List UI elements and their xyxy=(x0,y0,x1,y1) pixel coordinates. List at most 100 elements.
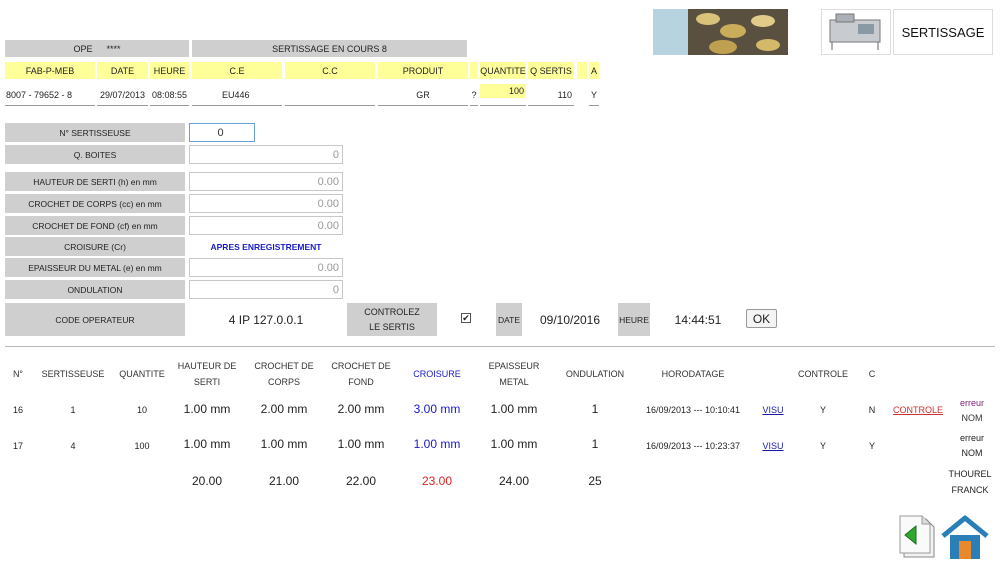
ope-header: OPE **** xyxy=(5,40,189,57)
row-corps: 2.00 mm xyxy=(260,402,308,416)
col-produit: PRODUIT xyxy=(378,62,468,79)
croisure-value: APRES ENREGISTREMENT xyxy=(210,241,322,252)
date-value: 09/10/2016 xyxy=(539,312,601,327)
back-button[interactable] xyxy=(896,515,938,559)
row-horodatage: 16/09/2013 --- 10:10:41 xyxy=(645,405,741,415)
table-row: 16 1 10 1.00 mm 2.00 mm 2.00 mm 3.00 mm … xyxy=(0,396,1000,426)
th-hauteur: HAUTEUR DE SERTI xyxy=(170,358,244,390)
th-corps-2: CORPS xyxy=(267,377,300,387)
col-q-sertis: Q SERTIS xyxy=(528,62,574,79)
heure-label: HEURE xyxy=(618,303,650,336)
machine-icon xyxy=(829,13,881,50)
col-fab: FAB-P-MEB xyxy=(5,62,95,79)
epaisseur-label: EPAISSEUR DU METAL (e) en mm xyxy=(5,258,185,277)
row-fond: 1.00 mm xyxy=(337,437,385,451)
controlez-line-1: CONTROLEZ xyxy=(364,306,420,317)
th-corps: CROCHET DE CORPS xyxy=(247,358,321,390)
sertisseuse-input[interactable]: 0 xyxy=(189,123,255,142)
ref-corps: 21.00 xyxy=(268,474,300,488)
col-a: A xyxy=(589,62,599,79)
ondulation-input[interactable]: 0 xyxy=(189,280,343,299)
row-c: N xyxy=(868,405,876,415)
row-corps: 1.00 mm xyxy=(260,437,308,451)
ope-label: OPE xyxy=(73,43,93,54)
row-controle: Y xyxy=(819,405,826,415)
divider xyxy=(5,346,995,347)
row-quantite: 100 xyxy=(134,441,150,451)
th-ondulation: ONDULATION xyxy=(565,369,625,379)
reference-row: 20.00 21.00 22.00 23.00 24.00 25 THOUREL… xyxy=(0,466,1000,496)
operator-name-2: FRANCK xyxy=(951,485,989,495)
hauteur-input[interactable]: 0.00 xyxy=(189,172,343,191)
row-ondulation: 1 xyxy=(591,437,599,451)
row-c: Y xyxy=(868,441,875,451)
row-note-2: NOM xyxy=(961,448,983,458)
row-hauteur: 1.00 mm xyxy=(183,437,231,451)
fond-label: CROCHET DE FOND (cf) en mm xyxy=(5,216,185,235)
produit-value: GR xyxy=(378,84,468,106)
th-fond-2: FOND xyxy=(348,377,374,387)
th-epaisseur-1: EPAISSEUR xyxy=(488,361,540,371)
epaisseur-input[interactable]: 0.00 xyxy=(189,258,343,277)
col-heure: HEURE xyxy=(150,62,189,79)
status-header: SERTISSAGE EN COURS 8 xyxy=(192,40,467,57)
ref-croisure: 23.00 xyxy=(421,474,453,488)
th-hauteur-1: HAUTEUR DE xyxy=(177,361,237,371)
cc-value xyxy=(285,84,375,106)
th-n: N° xyxy=(12,369,24,379)
operateur-value: 4 IP 127.0.0.1 xyxy=(228,312,304,327)
boites-label: Q. BOITES xyxy=(5,145,185,164)
home-button[interactable] xyxy=(940,514,990,560)
row-sertisseuse: 1 xyxy=(70,405,76,415)
ref-fond: 22.00 xyxy=(345,474,377,488)
visu-link[interactable]: VISU xyxy=(758,405,788,415)
corps-input[interactable]: 0.00 xyxy=(189,194,343,213)
hauteur-label: HAUTEUR DE SERTI (h) en mm xyxy=(5,172,185,191)
date-value: 29/07/2013 xyxy=(97,84,148,106)
col-ce: C.E xyxy=(192,62,282,79)
row-controle: Y xyxy=(819,441,826,451)
ref-epaisseur: 24.00 xyxy=(498,474,530,488)
row-croisure: 1.00 mm xyxy=(413,437,461,451)
ref-ondulation: 25 xyxy=(588,474,602,488)
a-value: Y xyxy=(589,84,599,106)
date-label: DATE xyxy=(496,303,522,336)
fab-value: 8007 - 79652 - 8 xyxy=(5,84,95,106)
top-data-row: 8007 - 79652 - 8 29/07/2013 08:08:55 EU4… xyxy=(5,84,605,108)
row-quantite: 10 xyxy=(136,405,147,415)
row-n: 17 xyxy=(12,441,23,451)
ok-button[interactable]: OK xyxy=(746,309,777,328)
ope-value: **** xyxy=(106,43,121,54)
ref-hauteur: 20.00 xyxy=(191,474,223,488)
th-fond-1: CROCHET DE xyxy=(331,361,391,371)
controlez-checkbox[interactable]: ✔ xyxy=(461,313,471,323)
fond-input[interactable]: 0.00 xyxy=(189,216,343,235)
operateur-label: CODE OPERATEUR xyxy=(5,303,185,336)
controlez-line-2: LE SERTIS xyxy=(369,321,415,332)
cans-photo-icon xyxy=(653,9,788,55)
visu-link[interactable]: VISU xyxy=(758,441,788,451)
machine-photo xyxy=(821,9,891,55)
col-blank-2 xyxy=(577,62,587,79)
sertisseuse-label: N° SERTISSEUSE xyxy=(5,123,185,142)
row-note-1: erreur xyxy=(959,433,984,443)
row-fond: 2.00 mm xyxy=(337,402,385,416)
th-fond: CROCHET DE FOND xyxy=(324,358,398,390)
boites-input[interactable]: 0 xyxy=(189,145,343,164)
row-hauteur: 1.00 mm xyxy=(183,402,231,416)
th-hauteur-2: SERTI xyxy=(193,377,221,387)
q-sertis-value: 110 xyxy=(528,84,574,106)
table-row: 17 4 100 1.00 mm 1.00 mm 1.00 mm 1.00 mm… xyxy=(0,431,1000,461)
heure-value: 14:44:51 xyxy=(674,312,722,327)
heure-value: 08:08:55 xyxy=(150,84,189,106)
row-epaisseur: 1.00 mm xyxy=(490,437,538,451)
th-epaisseur-2: METAL xyxy=(499,377,529,387)
col-quantite: QUANTITE xyxy=(480,62,526,79)
row-note: erreur NOM xyxy=(950,431,994,461)
controle-link[interactable]: CONTROLE xyxy=(890,405,946,415)
th-epaisseur: EPAISSEUR METAL xyxy=(477,358,551,390)
col-blank xyxy=(470,62,478,79)
home-icon xyxy=(941,515,989,559)
th-quantite: QUANTITE xyxy=(119,369,165,379)
row-n: 16 xyxy=(12,405,23,415)
